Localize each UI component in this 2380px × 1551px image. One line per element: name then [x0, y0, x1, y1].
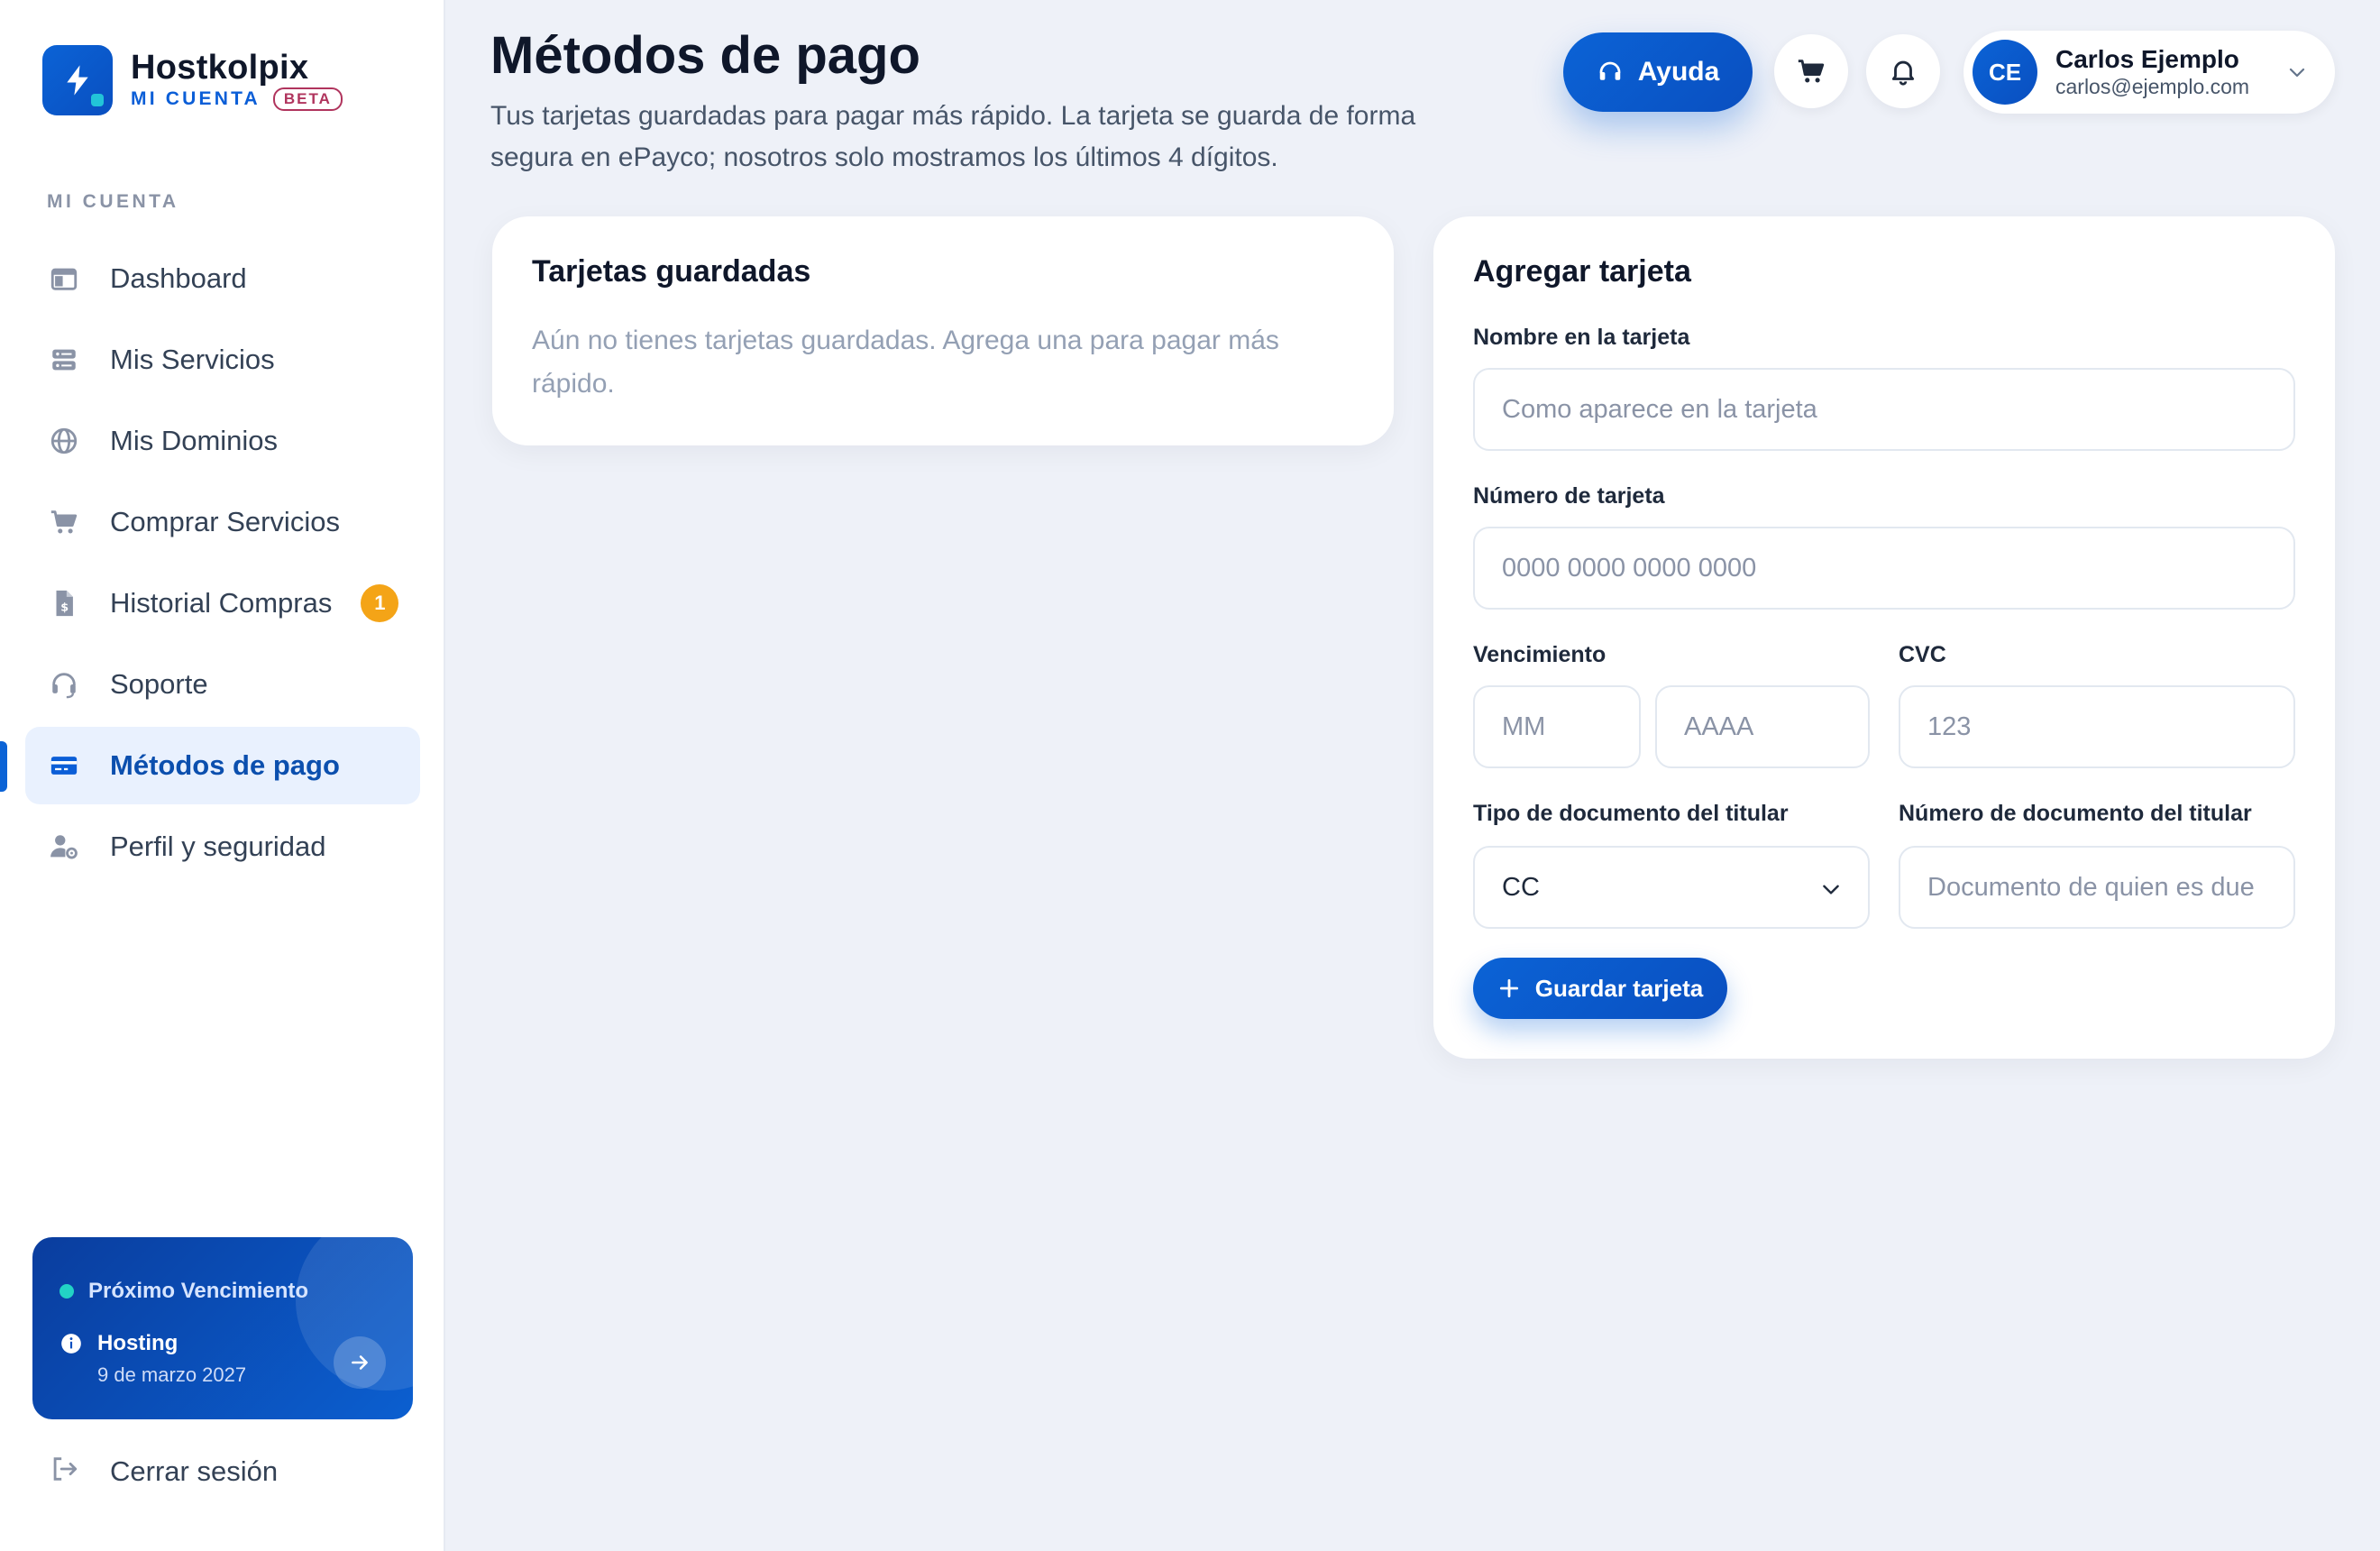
sidebar-item-comprar-servicios[interactable]: Comprar Servicios: [25, 483, 420, 561]
cart-icon: [1798, 60, 1825, 83]
server-icon: [49, 344, 79, 375]
logout-icon: [49, 1454, 79, 1489]
sidebar-item-mis-dominios[interactable]: Mis Dominios: [25, 402, 420, 480]
beta-badge: BETA: [272, 87, 343, 111]
headset-icon: [1599, 61, 1621, 80]
arrow-right-icon[interactable]: [334, 1336, 386, 1389]
headset-icon: [49, 669, 79, 700]
info-icon: [61, 1334, 81, 1354]
add-card-form: Agregar tarjeta Nombre en la tarjeta Com…: [1433, 216, 2335, 1059]
notification-badge: 1: [361, 584, 399, 622]
bolt-logo-icon: [42, 45, 113, 115]
expiry-label: Vencimiento: [1473, 642, 1606, 667]
sidebar-item-historial-compras[interactable]: $ Historial Compras 1: [25, 564, 420, 642]
sidebar-item-dashboard[interactable]: Dashboard: [25, 240, 420, 317]
sidebar-item-label: Mis Dominios: [110, 425, 279, 456]
sidebar-item-label: Historial Compras: [110, 587, 333, 619]
sidebar-item-soporte[interactable]: Soporte: [25, 646, 420, 723]
expiry-service: Hosting: [60, 1331, 178, 1356]
sidebar-item-label: Perfil y seguridad: [110, 831, 326, 862]
user-menu[interactable]: CE Carlos Ejemplo carlos@ejemplo.com: [1964, 31, 2335, 114]
saved-cards-title: Tarjetas guardadas: [532, 254, 811, 289]
save-card-label: Guardar tarjeta: [1534, 974, 1704, 1002]
doc-number-input[interactable]: Documento de quien es due: [1899, 846, 2295, 929]
sidebar: Hostkolpix MI CUENTA BETA MI CUENTA Dash…: [0, 0, 445, 1551]
doc-type-label: Tipo de documento del titular: [1473, 801, 1789, 826]
sidebar-nav: Dashboard Mis Servicios Mis Dominios Com…: [25, 240, 420, 889]
page-title: Métodos de pago: [490, 26, 920, 85]
globe-icon: [49, 426, 79, 456]
cvc-input[interactable]: 123: [1899, 685, 2295, 768]
next-expiry-card[interactable]: Próximo Vencimiento Hosting 9 de marzo 2…: [32, 1237, 413, 1419]
empty-state-message: Aún no tienes tarjetas guardadas. Agrega…: [532, 326, 1279, 399]
sidebar-item-metodos-de-pago[interactable]: Métodos de pago: [25, 727, 420, 804]
plus-icon: [1499, 978, 1518, 998]
user-email: carlos@ejemplo.com: [2055, 75, 2250, 98]
svg-text:$: $: [60, 601, 69, 615]
doc-type-value: CC: [1502, 872, 1540, 902]
card-name-input[interactable]: Como aparece en la tarjeta: [1473, 368, 2295, 451]
cart-icon: [49, 507, 79, 537]
invoice-icon: $: [49, 588, 79, 619]
sidebar-item-label: Soporte: [110, 668, 208, 700]
card-number-input[interactable]: 0000 0000 0000 0000: [1473, 527, 2295, 610]
logout-label: Cerrar sesión: [110, 1455, 279, 1487]
expiry-month-input[interactable]: MM: [1473, 685, 1641, 768]
chevron-down-icon: [1823, 885, 1839, 895]
doc-number-label: Número de documento del titular: [1899, 801, 2252, 826]
brand-name: Hostkolpix: [131, 49, 309, 87]
sidebar-item-label: Dashboard: [110, 262, 247, 294]
bell-icon: [1891, 60, 1915, 86]
help-button[interactable]: Ayuda: [1563, 32, 1753, 112]
page-subtitle: Tus tarjetas guardadas para pagar más rá…: [490, 101, 1416, 172]
number-label: Número de tarjeta: [1473, 483, 1665, 509]
status-dot-icon: [60, 1284, 74, 1299]
notifications-button[interactable]: [1866, 34, 1940, 108]
avatar: CE: [1973, 40, 2037, 105]
sidebar-item-label: Comprar Servicios: [110, 506, 340, 537]
help-label: Ayuda: [1637, 57, 1720, 87]
chevron-down-icon: [2289, 68, 2305, 78]
expiry-date: 9 de marzo 2027: [97, 1363, 247, 1386]
saved-cards-card: Tarjetas guardadas Aún no tienes tarjeta…: [492, 216, 1394, 445]
expiry-year-input[interactable]: AAAA: [1655, 685, 1870, 768]
expiry-title: Próximo Vencimiento: [60, 1279, 308, 1304]
active-indicator: [0, 741, 7, 792]
doc-type-select[interactable]: CC: [1473, 846, 1870, 929]
save-card-button[interactable]: Guardar tarjeta: [1473, 958, 1727, 1019]
sidebar-item-label: Métodos de pago: [110, 749, 340, 781]
user-cog-icon: [49, 831, 79, 862]
dashboard-icon: [49, 263, 79, 294]
credit-card-icon: [49, 750, 79, 781]
brand-sub-label: MI CUENTA: [131, 88, 261, 109]
sidebar-item-perfil-y-seguridad[interactable]: Perfil y seguridad: [25, 808, 420, 886]
sidebar-item-label: Mis Servicios: [110, 344, 275, 375]
logout-button[interactable]: Cerrar sesión: [49, 1454, 278, 1489]
user-name: Carlos Ejemplo: [2055, 45, 2239, 73]
cart-button[interactable]: [1774, 34, 1848, 108]
sidebar-item-mis-servicios[interactable]: Mis Servicios: [25, 321, 420, 399]
name-label: Nombre en la tarjeta: [1473, 325, 1690, 350]
section-label: MI CUENTA: [47, 191, 179, 212]
brand[interactable]: Hostkolpix MI CUENTA BETA: [42, 45, 343, 115]
add-card-title: Agregar tarjeta: [1473, 254, 1691, 289]
cvc-label: CVC: [1899, 642, 1946, 667]
